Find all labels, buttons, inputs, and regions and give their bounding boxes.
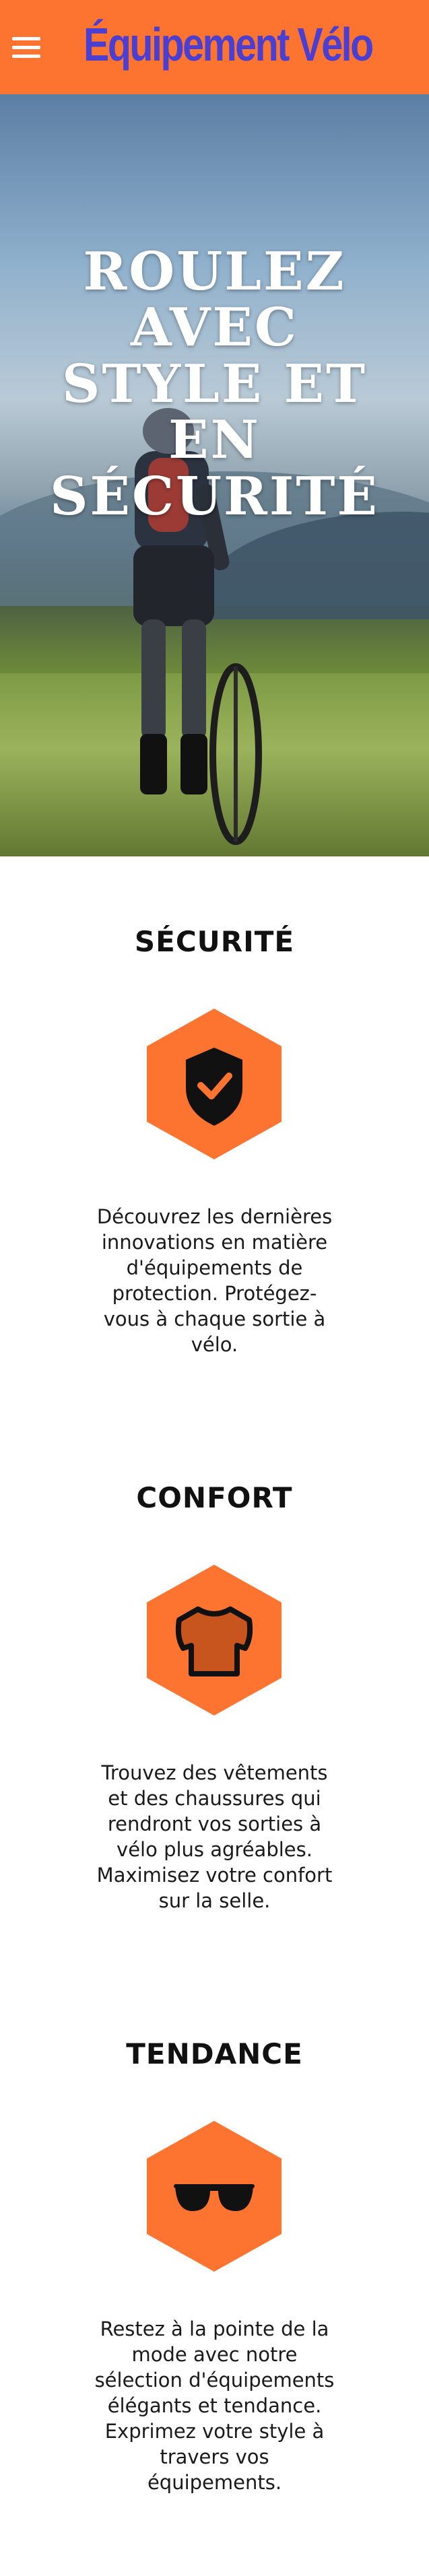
- feature-title: SÉCURITÉ: [134, 925, 295, 958]
- feature-title: CONFORT: [136, 1481, 293, 1514]
- feature-securite-heading-wrap: SÉCURITÉ: [0, 925, 429, 958]
- tshirt-icon: [147, 1565, 282, 1716]
- feature-title: TENDANCE: [126, 2037, 303, 2070]
- feature-description: Découvrez les dernières innovations en m…: [96, 1205, 333, 1356]
- top-navigation-bar: Équipement Vélo: [0, 0, 429, 94]
- hero-headline: ROULEZ AVEC STYLE ET EN SÉCURITÉ: [0, 241, 429, 527]
- hero-headline-line: SÉCURITÉ: [50, 465, 379, 527]
- sunglasses-icon: [147, 2121, 282, 2272]
- feature-tendance-heading-wrap: TENDANCE: [0, 2037, 429, 2070]
- hero-headline-line: ROULEZ: [83, 241, 346, 302]
- feature-description: Trouvez des vêtements et des chaussures …: [96, 1761, 333, 1912]
- hero-headline-line: STYLE ET: [62, 353, 367, 415]
- hamburger-menu-icon[interactable]: [12, 37, 40, 59]
- feature-description: Restez à la pointe de la mode avec notre…: [94, 2317, 335, 2494]
- site-brand-title[interactable]: Équipement Vélo: [84, 18, 374, 71]
- hero-headline-line: AVEC: [131, 297, 298, 359]
- hero-headline-line: EN: [168, 409, 261, 471]
- feature-confort-heading-wrap: CONFORT: [0, 1481, 429, 1514]
- hero-banner: ROULEZ AVEC STYLE ET EN SÉCURITÉ: [0, 94, 429, 856]
- shield-check-icon: [147, 1009, 282, 1159]
